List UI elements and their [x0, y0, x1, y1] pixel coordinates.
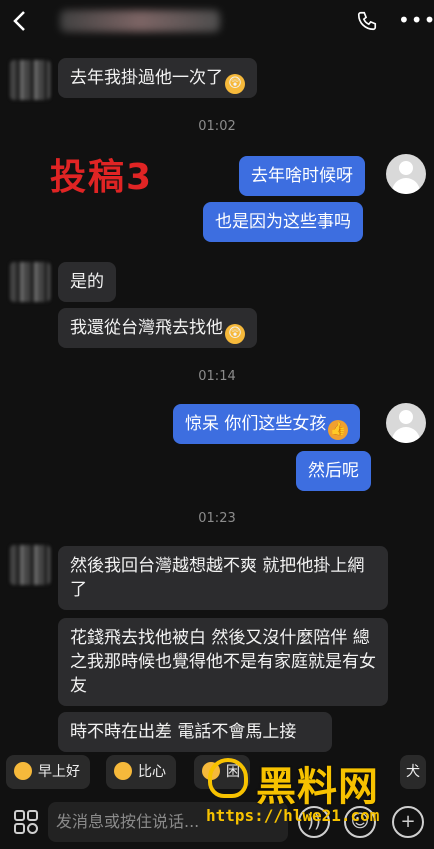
- message-bubble-outgoing: 惊呆 你们这些女孩 👍: [173, 404, 361, 444]
- message-bubble-incoming: 時不時在出差 電話不會馬上接: [58, 712, 332, 752]
- message-text: 我還從台灣飛去找他: [70, 318, 223, 338]
- submission-label: 投稿3: [50, 157, 154, 198]
- avatar[interactable]: [386, 154, 426, 194]
- message-bubble-incoming: 花錢飛去找他被白 然後又沒什麼陪伴 總之我那時候也覺得他不是有家庭就是有女友: [58, 618, 388, 706]
- message-bubble-outgoing: 也是因为这些事吗: [203, 202, 363, 242]
- message-bubble-incoming: 然後我回台灣越想越不爽 就把他掛上網了: [58, 546, 388, 610]
- logo-text: 黑料网: [256, 764, 379, 810]
- astonished-emoji-icon: 😲: [225, 74, 245, 94]
- message-bubble-outgoing: 然后呢: [296, 451, 371, 491]
- message-bubble-incoming: 是的: [58, 262, 116, 302]
- contact-name-blurred: [60, 10, 220, 32]
- logo-url: https://hlwe21.com: [206, 806, 380, 825]
- phone-icon[interactable]: [356, 10, 378, 32]
- avatar[interactable]: [10, 60, 50, 100]
- back-arrow-icon[interactable]: [12, 10, 26, 38]
- avatar[interactable]: [10, 262, 50, 302]
- quick-reply-chip[interactable]: 早上好: [6, 755, 90, 789]
- message-bubble-outgoing: 去年啥时候呀: [239, 156, 365, 196]
- timestamp: 01:14: [198, 369, 236, 384]
- message-bubble-incoming: 去年我掛過他一次了 😲: [58, 58, 257, 98]
- watermark-logo: 黑料网 https://hlwe21.com: [206, 752, 430, 828]
- emoji-icon: [14, 762, 32, 780]
- avatar[interactable]: [386, 403, 426, 443]
- timestamp: 01:23: [198, 511, 236, 526]
- message-text: 惊呆 你们这些女孩: [185, 414, 327, 434]
- thumbs-up-emoji-icon: 👍: [328, 420, 349, 440]
- logo-mark-icon: [208, 758, 248, 798]
- chip-label: 早上好: [38, 764, 80, 780]
- more-icon[interactable]: •••: [398, 8, 434, 32]
- chip-label: 比心: [138, 764, 166, 780]
- apps-grid-icon[interactable]: [12, 808, 40, 836]
- message-text: 去年我掛過他一次了: [70, 68, 223, 88]
- quick-reply-chip[interactable]: 比心: [106, 755, 176, 789]
- astonished-emoji-icon: 😲: [225, 324, 245, 344]
- timestamp: 01:02: [198, 119, 236, 134]
- chat-header: •••: [0, 0, 434, 44]
- avatar[interactable]: [10, 545, 50, 585]
- message-bubble-incoming: 我還從台灣飛去找他 😲: [58, 308, 257, 348]
- emoji-icon: [114, 762, 132, 780]
